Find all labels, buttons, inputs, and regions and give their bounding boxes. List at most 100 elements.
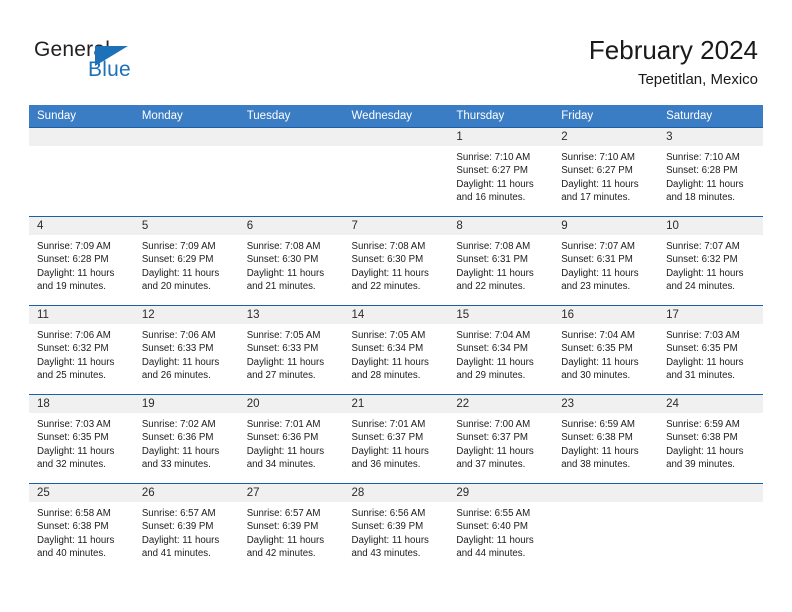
sunset-text: Sunset: 6:36 PM [141,432,214,444]
day-number: 20 [238,395,344,413]
weekday-header-saturday: Saturday [658,105,763,128]
sunrise-text: Sunrise: 7:04 AM [561,330,635,341]
sun-info: Sunrise: 6:55 AM Sunset: 6:40 PM Daylight:… [448,502,553,561]
daylight-text-line2: and 16 minutes. [456,192,526,204]
day-cell[interactable]: 20 Sunrise: 7:01 AM Sunset: 6:36 PM Dayligh… [238,395,344,483]
daylight-text-line1: Daylight: 11 hours [561,445,639,457]
day-cell[interactable]: 21 Sunrise: 7:01 AM Sunset: 6:37 PM Dayligh… [343,395,449,483]
daylight-text-line2: and 28 minutes. [351,370,421,382]
sunset-text: Sunset: 6:34 PM [456,343,528,355]
sunrise-text: Sunrise: 7:09 AM [37,241,111,252]
day-cell[interactable]: 6 Sunrise: 7:08 AM Sunset: 6:30 PM Daylight… [238,217,344,305]
sun-info: Sunrise: 6:59 AM Sunset: 6:38 PM Daylight:… [553,413,658,472]
day-number: 11 [29,306,134,324]
sun-info: Sunrise: 7:10 AM Sunset: 6:28 PM Daylight:… [658,146,763,205]
day-number: 14 [343,306,449,324]
sunrise-text: Sunrise: 7:05 AM [351,330,426,341]
calendar-day-cell: 4 Sunrise: 7:09 AM Sunset: 6:28 PM Daylight… [29,216,134,306]
daylight-text-line1: Daylight: 11 hours [456,267,534,279]
day-cell[interactable]: 9 Sunrise: 7:07 AM Sunset: 6:31 PM Daylight… [553,217,659,305]
sunrise-text: Sunrise: 7:04 AM [456,330,531,341]
calendar-day-cell [553,483,659,572]
sun-info: Sunrise: 7:05 AM Sunset: 6:34 PM Daylight:… [344,324,449,383]
daylight-text-line1: Daylight: 11 hours [246,267,325,279]
day-cell[interactable]: 29 Sunrise: 6:55 AM Sunset: 6:40 PM Dayligh… [448,484,554,572]
daylight-text-line1: Daylight: 11 hours [37,534,115,546]
page-subtitle: Tepetitlan, Mexico [637,71,758,88]
sunset-text: Sunset: 6:39 PM [351,521,424,533]
day-cell[interactable]: 12 Sunrise: 7:06 AM Sunset: 6:33 PM Dayligh… [133,306,239,394]
daylight-text-line2: and 39 minutes. [666,459,735,471]
calendar-day-cell [343,127,449,217]
daylight-text-line2: and 38 minutes. [561,459,631,471]
daylight-text-line2: and 23 minutes. [561,281,631,293]
daylight-text-line1: Daylight: 11 hours [666,267,744,279]
day-cell[interactable]: 3 Sunrise: 7:10 AM Sunset: 6:28 PM Daylight… [658,128,763,216]
daylight-text-line1: Daylight: 11 hours [37,267,115,279]
day-number: 9 [553,217,659,235]
day-cell[interactable]: 17 Sunrise: 7:03 AM Sunset: 6:35 PM Dayligh… [658,306,763,394]
general-blue-logo: General Blue [34,38,214,88]
calendar-day-cell: 21 Sunrise: 7:01 AM Sunset: 6:37 PM Dayligh… [343,394,449,484]
sun-info: Sunrise: 7:09 AM Sunset: 6:28 PM Daylight:… [29,235,134,294]
day-cell[interactable]: 1 Sunrise: 7:10 AM Sunset: 6:27 PM Daylight… [448,128,554,216]
sunset-text: Sunset: 6:38 PM [561,432,633,444]
day-number: 22 [448,395,554,413]
sunrise-text: Sunrise: 7:10 AM [456,152,531,163]
daylight-text-line2: and 22 minutes. [456,281,526,293]
day-cell[interactable]: 18 Sunrise: 7:03 AM Sunset: 6:35 PM Dayligh… [29,395,134,483]
day-number: 7 [343,217,449,235]
sunset-text: Sunset: 6:37 PM [456,432,528,444]
page-title: February 2024 [588,35,758,65]
day-cell[interactable]: 11 Sunrise: 7:06 AM Sunset: 6:32 PM Dayligh… [29,306,134,394]
day-cell[interactable]: 27 Sunrise: 6:57 AM Sunset: 6:39 PM Dayligh… [238,484,344,572]
daylight-text-line1: Daylight: 11 hours [141,356,220,368]
daylight-text-line1: Daylight: 11 hours [351,445,429,457]
day-cell[interactable]: 19 Sunrise: 7:02 AM Sunset: 6:36 PM Dayligh… [133,395,239,483]
day-cell[interactable]: 22 Sunrise: 7:00 AM Sunset: 6:37 PM Dayligh… [448,395,554,483]
day-cell[interactable]: 25 Sunrise: 6:58 AM Sunset: 6:38 PM Dayligh… [29,484,134,572]
sunset-text: Sunset: 6:35 PM [37,432,109,444]
sunrise-text: Sunrise: 7:10 AM [561,152,635,163]
daylight-text-line2: and 24 minutes. [666,281,735,293]
sunrise-text: Sunrise: 7:07 AM [666,241,740,252]
daylight-text-line1: Daylight: 11 hours [246,356,325,368]
sunset-text: Sunset: 6:29 PM [141,254,214,266]
calendar-day-cell: 23 Sunrise: 6:59 AM Sunset: 6:38 PM Dayligh… [553,394,659,484]
calendar-day-cell: 8 Sunrise: 7:08 AM Sunset: 6:31 PM Daylight… [448,216,554,306]
calendar-day-cell [133,127,239,217]
sunset-text: Sunset: 6:33 PM [246,343,319,355]
day-number: 25 [29,484,134,502]
daylight-text-line1: Daylight: 11 hours [351,534,429,546]
sunrise-text: Sunrise: 7:09 AM [141,241,216,252]
day-cell[interactable]: 10 Sunrise: 7:07 AM Sunset: 6:32 PM Dayligh… [658,217,763,305]
daylight-text-line2: and 21 minutes. [246,281,316,293]
sun-info: Sunrise: 7:07 AM Sunset: 6:31 PM Daylight:… [553,235,658,294]
day-cell[interactable]: 8 Sunrise: 7:08 AM Sunset: 6:31 PM Daylight… [448,217,554,305]
sunrise-text: Sunrise: 6:59 AM [666,419,740,430]
day-cell[interactable]: 28 Sunrise: 6:56 AM Sunset: 6:39 PM Dayligh… [343,484,449,572]
day-number: 4 [29,217,134,235]
sunset-text: Sunset: 6:30 PM [351,254,424,266]
daylight-text-line2: and 19 minutes. [37,281,106,293]
calendar-week-row: 18 Sunrise: 7:03 AM Sunset: 6:35 PM Dayligh… [29,394,763,484]
daylight-text-line2: and 33 minutes. [141,459,211,471]
day-cell[interactable]: 7 Sunrise: 7:08 AM Sunset: 6:30 PM Daylight… [343,217,449,305]
sunrise-text: Sunrise: 6:58 AM [37,508,111,519]
sun-info: Sunrise: 6:57 AM Sunset: 6:39 PM Daylight:… [134,502,239,561]
sunset-text: Sunset: 6:34 PM [351,343,424,355]
sunset-text: Sunset: 6:36 PM [246,432,319,444]
day-cell[interactable]: 23 Sunrise: 6:59 AM Sunset: 6:38 PM Dayligh… [553,395,659,483]
sun-info: Sunrise: 7:04 AM Sunset: 6:34 PM Daylight:… [448,324,553,383]
day-cell[interactable]: 14 Sunrise: 7:05 AM Sunset: 6:34 PM Dayligh… [343,306,449,394]
calendar-day-cell: 18 Sunrise: 7:03 AM Sunset: 6:35 PM Dayligh… [29,394,134,484]
day-cell[interactable]: 24 Sunrise: 6:59 AM Sunset: 6:38 PM Dayligh… [658,395,763,483]
day-cell[interactable]: 2 Sunrise: 7:10 AM Sunset: 6:27 PM Daylight… [553,128,659,216]
day-cell[interactable]: 16 Sunrise: 7:04 AM Sunset: 6:35 PM Dayligh… [553,306,659,394]
day-cell[interactable]: 15 Sunrise: 7:04 AM Sunset: 6:34 PM Dayligh… [448,306,554,394]
day-cell[interactable]: 26 Sunrise: 6:57 AM Sunset: 6:39 PM Dayligh… [133,484,239,572]
day-cell[interactable]: 4 Sunrise: 7:09 AM Sunset: 6:28 PM Daylight… [29,217,134,305]
sunset-text: Sunset: 6:40 PM [456,521,528,533]
day-cell[interactable]: 5 Sunrise: 7:09 AM Sunset: 6:29 PM Daylight… [133,217,239,305]
day-cell[interactable]: 13 Sunrise: 7:05 AM Sunset: 6:33 PM Dayligh… [238,306,344,394]
